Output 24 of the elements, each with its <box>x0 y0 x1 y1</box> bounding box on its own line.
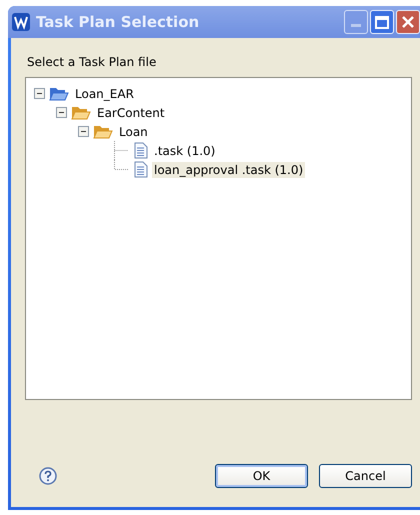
close-icon <box>401 15 415 29</box>
maximize-button[interactable] <box>370 10 394 34</box>
prompt-label: Select a Task Plan file <box>27 55 158 69</box>
app-icon <box>12 13 30 31</box>
tree-item[interactable]: loan_approval .task (1.0) <box>152 162 306 178</box>
open-folder-icon <box>93 124 113 140</box>
document-icon <box>134 161 148 178</box>
close-button[interactable] <box>396 10 420 34</box>
open-folder-icon <box>71 104 91 120</box>
tree-item[interactable]: .task (1.0) <box>152 142 218 158</box>
open-folder-icon <box>49 86 69 102</box>
minimize-icon <box>351 24 361 28</box>
help-icon[interactable] <box>39 467 57 485</box>
document-icon <box>134 142 148 159</box>
maximize-icon <box>375 16 389 28</box>
collapse-toggle-icon[interactable] <box>34 88 45 99</box>
collapse-toggle-icon[interactable] <box>56 107 67 118</box>
tree-item[interactable]: EarContent <box>95 104 167 120</box>
window-title: Task Plan Selection <box>36 13 200 31</box>
tree-item[interactable]: Loan <box>117 124 150 140</box>
ok-button[interactable]: OK <box>215 464 308 488</box>
collapse-toggle-icon[interactable] <box>78 126 89 137</box>
tree-item[interactable]: Loan_EAR <box>73 86 136 102</box>
cancel-button[interactable]: Cancel <box>319 464 412 488</box>
